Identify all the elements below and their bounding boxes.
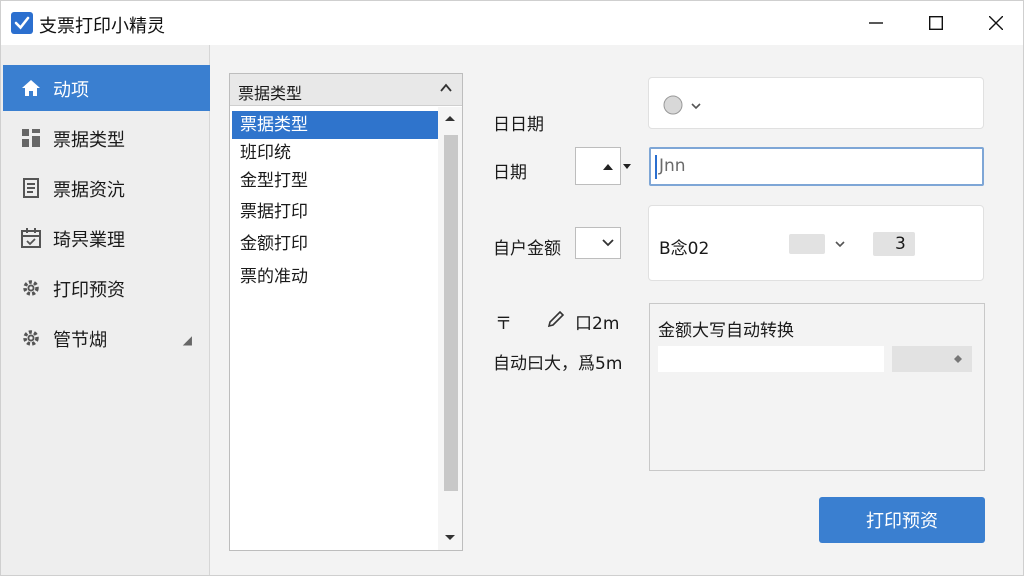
auto-size-label: 自动曰大，爲5m xyxy=(493,354,623,374)
list-dropdown[interactable]: 票据类型 xyxy=(230,74,462,106)
amount-extra-box[interactable] xyxy=(873,232,915,256)
list-scrollbar[interactable] xyxy=(438,107,462,550)
minimize-icon xyxy=(869,22,883,24)
sidebar-item-label: 琦昗業理 xyxy=(53,230,125,251)
convert-input[interactable] xyxy=(658,346,884,372)
text-cursor xyxy=(655,155,657,179)
maximize-icon xyxy=(929,16,943,30)
chevron-down-icon: ◢ xyxy=(182,333,192,347)
print-preview-button[interactable]: 打印预资 xyxy=(819,497,985,543)
document-icon xyxy=(23,178,39,198)
scroll-up-icon[interactable] xyxy=(444,113,456,125)
date-stepper[interactable] xyxy=(575,147,621,185)
close-icon xyxy=(989,16,1003,30)
chevron-down-icon[interactable] xyxy=(622,163,632,171)
minimize-button[interactable] xyxy=(843,1,909,45)
sidebar-item-home[interactable]: 动项 xyxy=(3,65,210,111)
date-input-value: Jnn xyxy=(659,156,686,176)
pen-icon xyxy=(547,310,565,328)
amount-value: B念02 xyxy=(659,239,710,259)
maximize-button[interactable] xyxy=(903,1,969,45)
list-item[interactable]: 票据类型 xyxy=(232,111,438,139)
radio-circle-icon[interactable] xyxy=(663,95,683,115)
sidebar-item-label: 打印预资 xyxy=(53,280,125,301)
amount-card: B念02 3 xyxy=(648,205,984,281)
sidebar-item-ticket-data[interactable]: 票据资沆 xyxy=(3,165,210,211)
scrollbar-thumb[interactable] xyxy=(444,135,458,491)
option-card xyxy=(648,77,984,129)
chevron-up-icon xyxy=(440,83,452,92)
date-input[interactable]: Jnn xyxy=(649,147,984,186)
checkbox-app-icon xyxy=(11,12,33,34)
amount-label: 自户金额 xyxy=(493,239,561,259)
filter-symbol: 〒 xyxy=(495,314,512,334)
grid-icon xyxy=(22,129,40,147)
sidebar-item-ticket-types[interactable]: 票据类型 xyxy=(3,115,210,161)
date-label-1: 日日期 xyxy=(493,115,544,135)
list-item[interactable]: 票的准动 xyxy=(232,263,438,293)
sidebar-item-label: 票据资沆 xyxy=(53,180,125,201)
close-button[interactable] xyxy=(963,1,1024,45)
app-window: 支票打印小精灵 动项 票据类型 票据资沆 琦昗業理 打印预资 管节煳 ◢ 票据类… xyxy=(0,0,1024,576)
scroll-down-icon[interactable] xyxy=(444,531,456,543)
sidebar-item-label: 动项 xyxy=(53,80,89,101)
gear-icon xyxy=(23,330,39,346)
list-header-label: 票据类型 xyxy=(238,84,303,103)
ticket-type-list: 票据类型 票据类型 班印统 金型打型 票据打印 金额打印 票的准动 xyxy=(229,73,463,551)
convert-title: 金额大写自动转换 xyxy=(658,321,794,341)
gear-icon xyxy=(23,280,39,296)
calendar-icon xyxy=(21,228,41,248)
title-bar: 支票打印小精灵 xyxy=(1,1,1023,45)
list-item[interactable]: 金型打型 xyxy=(232,167,438,197)
amount-convert-panel: 金额大写自动转换 xyxy=(649,303,985,471)
sidebar-item-label: 管节煳 xyxy=(53,330,107,351)
sidebar-item-label: 票据类型 xyxy=(53,130,125,151)
list-body: 票据类型 班印统 金型打型 票据打印 金额打印 票的准动 xyxy=(230,107,438,550)
chevron-down-icon xyxy=(602,239,614,247)
amount-dropdown[interactable] xyxy=(575,227,621,259)
amount-select[interactable] xyxy=(789,234,825,254)
chevron-down-icon[interactable] xyxy=(835,241,845,249)
sidebar: 动项 票据类型 票据资沆 琦昗業理 打印预资 管节煳 ◢ xyxy=(1,45,210,575)
date-label-2: 日期 xyxy=(493,163,527,183)
window-title: 支票打印小精灵 xyxy=(39,16,165,37)
amount-extra-value: 3 xyxy=(895,234,906,254)
diamond-icon xyxy=(954,355,962,363)
home-icon xyxy=(22,80,40,96)
sidebar-item-settings[interactable]: 管节煳 ◢ xyxy=(3,315,210,361)
convert-spinner[interactable] xyxy=(892,346,972,372)
sidebar-item-print-preview[interactable]: 打印预资 xyxy=(3,265,210,311)
size-label: 口2m xyxy=(575,314,620,334)
list-item[interactable]: 票据打印 xyxy=(232,198,438,228)
chevron-down-icon[interactable] xyxy=(691,102,701,110)
list-item[interactable]: 金额打印 xyxy=(232,230,438,260)
spinner-up-icon[interactable] xyxy=(602,162,614,172)
list-item[interactable]: 班印统 xyxy=(232,139,438,169)
sidebar-item-management[interactable]: 琦昗業理 xyxy=(3,215,210,261)
